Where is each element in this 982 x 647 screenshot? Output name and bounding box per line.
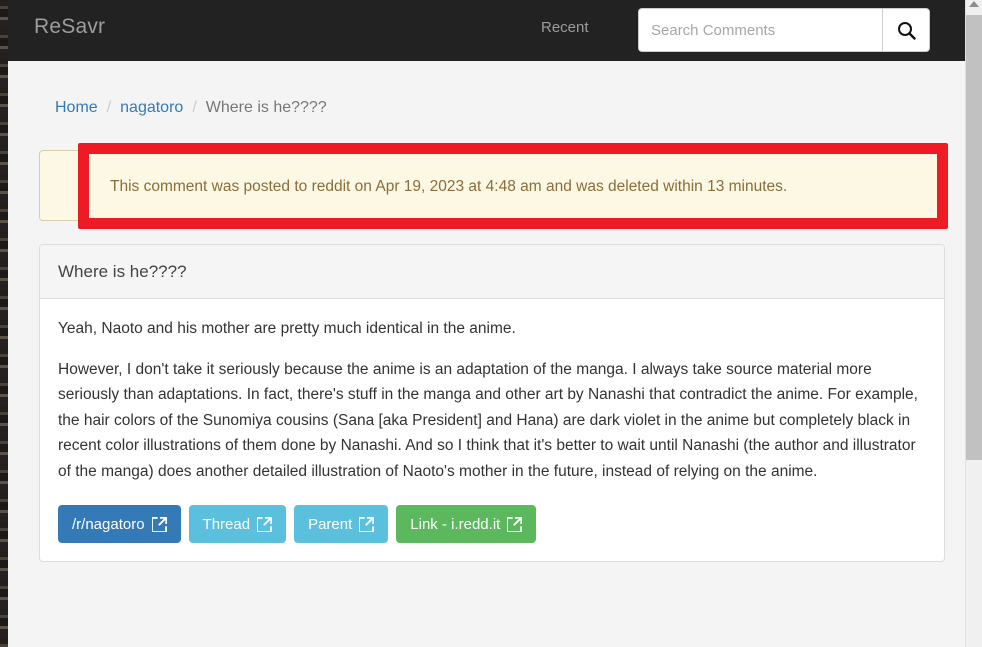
- search-icon: [897, 21, 916, 40]
- button-label: /r/nagatoro: [72, 515, 145, 533]
- comment-paragraph: Yeah, Naoto and his mother are pretty mu…: [58, 320, 516, 337]
- button-thread[interactable]: Thread: [188, 505, 287, 543]
- navbar: ReSavr Recent: [8, 0, 974, 61]
- browser-viewport: ReSavr Recent Home / nagatoro / Where is he?…: [8, 0, 982, 647]
- breadcrumb-separator: /: [106, 99, 112, 116]
- search-button[interactable]: [882, 8, 930, 52]
- external-link-icon: [257, 516, 273, 532]
- button-parent[interactable]: Parent: [294, 505, 389, 543]
- page-content: Home / nagatoro / Where is he???? This comme…: [8, 61, 974, 647]
- search-form: [638, 8, 930, 52]
- comment-card-title: Where is he????: [40, 245, 944, 299]
- breadcrumb-current: Where is he????: [205, 99, 327, 116]
- button-label: Thread: [202, 515, 251, 533]
- button-link[interactable]: Link - i.redd.it: [396, 505, 537, 543]
- comment-action-buttons: /r/nagatoro Thread Parent Link - i.redd.…: [58, 505, 926, 543]
- breadcrumb-link-home[interactable]: Home: [55, 99, 98, 116]
- deleted-comment-alert: This comment was posted to reddit on Apr…: [39, 150, 943, 221]
- background-window-strip: [0, 0, 8, 647]
- comment-card: Where is he???? Yeah, Naoto and his moth…: [39, 244, 945, 562]
- breadcrumb: Home / nagatoro / Where is he????: [55, 99, 327, 117]
- external-link-icon: [359, 516, 375, 532]
- external-link-icon: [507, 516, 523, 532]
- comment-card-body: Yeah, Naoto and his mother are pretty mu…: [40, 299, 944, 561]
- breadcrumb-link-subreddit[interactable]: nagatoro: [120, 99, 183, 116]
- vertical-scrollbar[interactable]: [965, 0, 982, 647]
- breadcrumb-separator: /: [192, 99, 197, 116]
- external-link-icon: [151, 516, 167, 532]
- button-subreddit[interactable]: /r/nagatoro: [58, 505, 181, 543]
- scrollbar-thumb[interactable]: [966, 15, 982, 460]
- search-input[interactable]: [638, 8, 882, 52]
- button-label: Link - i.redd.it: [410, 515, 501, 533]
- nav-item-recent[interactable]: Recent: [541, 19, 589, 36]
- caret-up-icon[interactable]: [969, 1, 979, 7]
- button-label: Parent: [308, 515, 353, 533]
- comment-paragraph: However, I don't take it seriously becau…: [58, 360, 918, 480]
- brand-logo[interactable]: ReSavr: [34, 15, 105, 39]
